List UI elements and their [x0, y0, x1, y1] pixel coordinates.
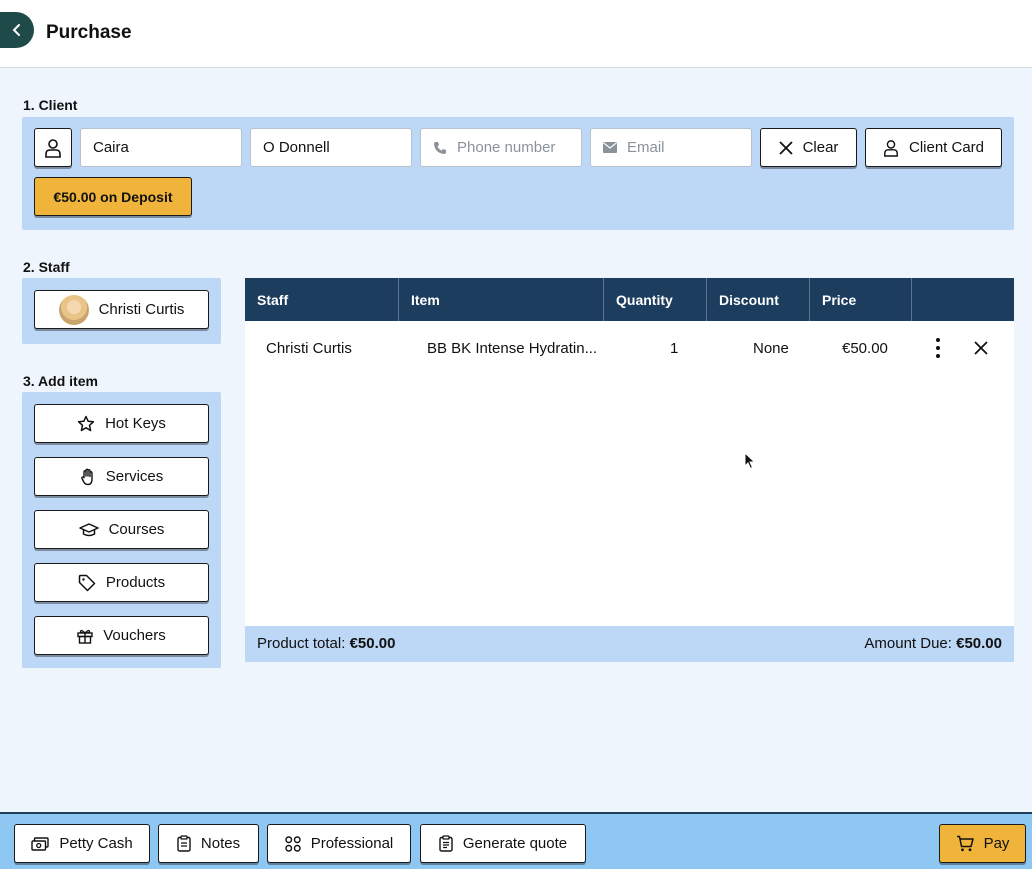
professional-label: Professional — [310, 835, 394, 852]
client-card-label: Client Card — [908, 139, 985, 156]
product-total: Product total: €50.00 — [257, 635, 395, 652]
table-footer: Product total: €50.00 Amount Due: €50.00 — [245, 626, 1014, 662]
header-price: Price — [810, 278, 912, 321]
row-staff: Christi Curtis — [266, 340, 352, 357]
services-button[interactable]: Services — [34, 457, 209, 496]
header-staff: Staff — [245, 278, 399, 321]
product-total-value: €50.00 — [349, 635, 396, 652]
courses-button[interactable]: Courses — [34, 510, 209, 549]
amount-due: Amount Due: €50.00 — [864, 635, 1002, 652]
vouchers-button[interactable]: Vouchers — [34, 616, 209, 655]
services-label: Services — [105, 468, 164, 485]
row-price: €50.00 — [842, 340, 888, 357]
table-header: Staff Item Quantity Discount Price — [245, 278, 1014, 321]
clear-button[interactable]: Clear — [760, 128, 857, 167]
staff-section-label: 2. Staff — [23, 259, 70, 275]
header-discount: Discount — [707, 278, 810, 321]
cash-icon — [31, 836, 50, 851]
pay-label: Pay — [983, 835, 1010, 852]
phone-placeholder: Phone number — [457, 139, 556, 156]
client-lookup-button[interactable] — [34, 128, 72, 167]
row-discount: None — [753, 340, 789, 357]
first-name-field[interactable]: Caira — [80, 128, 242, 167]
staff-select-button[interactable]: Christi Curtis — [34, 290, 209, 329]
last-name-value: O Donnell — [263, 139, 330, 156]
mouse-cursor-icon — [744, 452, 756, 470]
hot-keys-label: Hot Keys — [105, 415, 166, 432]
back-button[interactable] — [0, 12, 34, 48]
generate-quote-button[interactable]: Generate quote — [420, 824, 586, 863]
page-title: Purchase — [46, 22, 132, 43]
petty-cash-label: Petty Cash — [59, 835, 133, 852]
user-icon — [45, 138, 61, 158]
user-icon — [884, 139, 898, 157]
last-name-field[interactable]: O Donnell — [250, 128, 412, 167]
tag-icon — [78, 574, 96, 591]
product-total-label: Product total: — [257, 635, 346, 652]
client-section-label: 1. Client — [23, 97, 78, 113]
phone-field[interactable]: Phone number — [420, 128, 582, 167]
hand-icon — [80, 468, 93, 485]
add-item-section-label: 3. Add item — [23, 373, 98, 389]
clipboard-icon — [177, 835, 191, 852]
close-icon — [778, 140, 793, 155]
close-icon — [974, 341, 988, 355]
header-quantity: Quantity — [604, 278, 707, 321]
staff-avatar — [58, 294, 89, 325]
clear-button-label: Clear — [802, 139, 839, 156]
staff-name: Christi Curtis — [98, 301, 185, 318]
header-item: Item — [399, 278, 604, 321]
deposit-badge[interactable]: €50.00 on Deposit — [34, 177, 192, 216]
pay-button[interactable]: Pay — [939, 824, 1026, 863]
cart-icon — [956, 835, 974, 852]
clipboard-list-icon — [439, 835, 453, 852]
row-quantity: 1 — [670, 340, 679, 357]
row-item: BB BK Intense Hydratin... — [427, 340, 598, 357]
chevron-left-icon — [12, 24, 20, 36]
amount-due-label: Amount Due: — [864, 635, 952, 652]
generate-quote-label: Generate quote — [462, 835, 568, 852]
envelope-icon — [603, 142, 617, 153]
star-icon — [77, 415, 95, 431]
bottom-action-bar: Petty Cash Notes Professional Generate q… — [0, 812, 1032, 869]
gift-icon — [77, 629, 93, 644]
hot-keys-button[interactable]: Hot Keys — [34, 404, 209, 443]
header-bar: Purchase — [0, 0, 1032, 68]
courses-label: Courses — [108, 521, 165, 538]
notes-button[interactable]: Notes — [158, 824, 259, 863]
petty-cash-button[interactable]: Petty Cash — [14, 824, 150, 863]
client-card-button[interactable]: Client Card — [865, 128, 1002, 167]
phone-icon — [434, 141, 446, 154]
first-name-value: Caira — [93, 139, 129, 156]
vouchers-label: Vouchers — [103, 627, 166, 644]
amount-due-value: €50.00 — [956, 635, 1002, 652]
products-label: Products — [105, 574, 166, 591]
grid-icon — [285, 835, 301, 852]
graduation-cap-icon — [78, 522, 99, 536]
products-button[interactable]: Products — [34, 563, 209, 602]
professional-button[interactable]: Professional — [267, 824, 411, 863]
email-placeholder: Email — [627, 139, 665, 156]
more-vertical-icon — [936, 338, 940, 358]
email-field[interactable]: Email — [590, 128, 752, 167]
notes-label: Notes — [200, 835, 241, 852]
purchase-table: Staff Item Quantity Discount Price Chris… — [245, 278, 1014, 662]
row-more-button[interactable] — [930, 337, 946, 359]
row-remove-button[interactable] — [974, 341, 988, 355]
